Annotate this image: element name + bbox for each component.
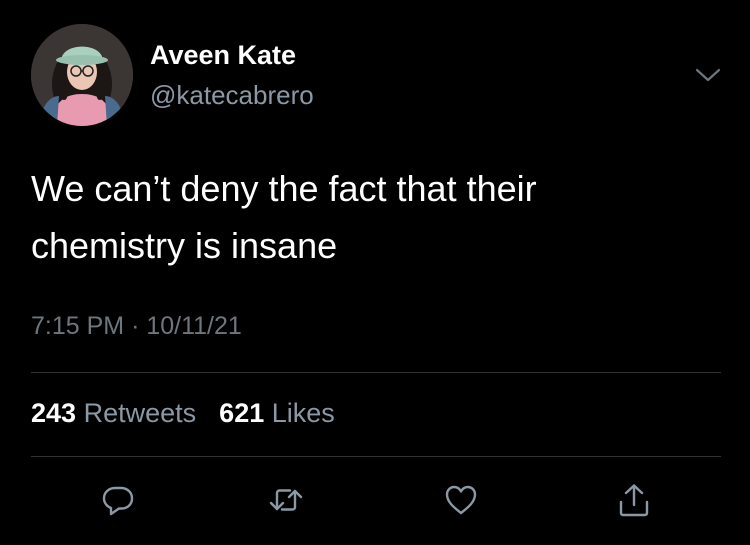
user-handle[interactable]: @katecabrero	[150, 80, 314, 111]
display-name[interactable]: Aveen Kate	[150, 40, 296, 71]
chevron-down-icon[interactable]	[694, 66, 722, 84]
tweet-time: 7:15 PM	[31, 312, 125, 340]
divider	[31, 372, 721, 373]
like-button[interactable]	[439, 478, 483, 522]
tweet-text-line: chemistry is insane	[31, 225, 338, 266]
retweets-count: 243	[31, 398, 77, 428]
tweet-card: Aveen Kate @katecabrero We can’t deny th…	[0, 0, 750, 545]
meta-separator: ·	[131, 312, 140, 340]
heart-icon	[444, 484, 478, 516]
divider	[31, 456, 721, 457]
tweet-text: We can’t deny the fact that their chemis…	[31, 160, 711, 274]
tweet-timestamp[interactable]: 7:15 PM · 10/11/21	[31, 312, 242, 341]
tweet-text-line: We can’t deny the fact that their	[31, 168, 537, 209]
likes-label: Likes	[271, 398, 335, 428]
avatar[interactable]	[31, 24, 133, 126]
retweet-icon	[268, 483, 304, 517]
reply-button[interactable]	[96, 478, 140, 522]
likes-count: 621	[219, 398, 265, 428]
likes-stat[interactable]: 621 Likes	[219, 398, 335, 428]
share-button[interactable]	[612, 478, 656, 522]
retweets-stat[interactable]: 243 Retweets	[31, 398, 196, 428]
tweet-date: 10/11/21	[146, 312, 242, 340]
engagement-stats: 243 Retweets 621 Likes	[31, 398, 335, 429]
retweet-button[interactable]	[264, 478, 308, 522]
share-icon	[617, 482, 651, 518]
retweets-label: Retweets	[83, 398, 197, 428]
reply-icon	[101, 483, 135, 517]
